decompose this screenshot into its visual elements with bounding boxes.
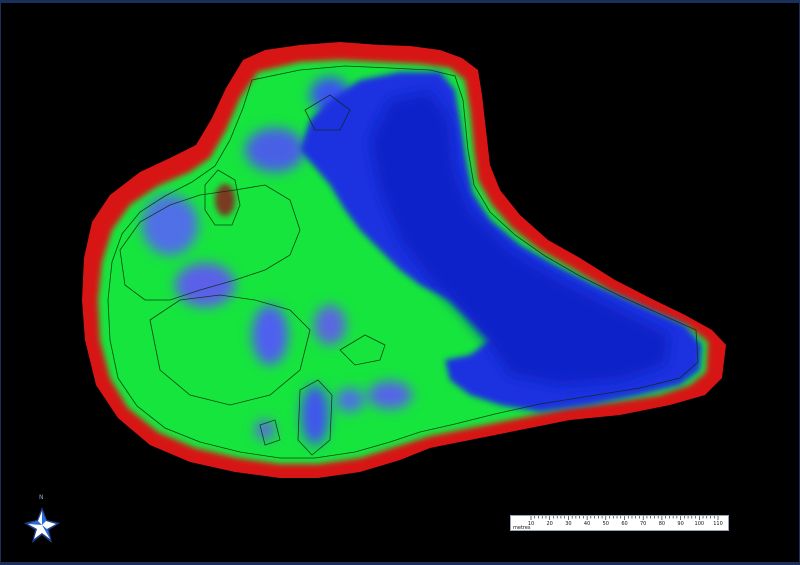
lake-bathymetry-map <box>82 42 726 478</box>
scale-tick-label: 100 <box>694 521 705 527</box>
compass-north-label: N <box>39 494 44 501</box>
scale-tick-label: 20 <box>546 521 553 527</box>
scale-tick-label: 30 <box>565 521 572 527</box>
scale-bar: 10 20 30 40 50 60 70 80 90 100 110 metres <box>510 515 729 531</box>
north-star-icon <box>24 507 60 543</box>
scale-tick-label: 110 <box>713 521 723 527</box>
scale-tick-label: 40 <box>583 521 591 527</box>
scale-tick-label: 70 <box>640 521 647 527</box>
scale-bar-unit: metres <box>513 525 531 531</box>
scale-tick-label: 80 <box>658 521 666 527</box>
scale-tick-label: 50 <box>602 521 609 527</box>
compass-rose: N <box>18 494 66 547</box>
scale-tick-label: 90 <box>677 521 684 527</box>
shoal-peak <box>215 184 235 216</box>
scale-tick-label: 60 <box>621 521 628 527</box>
